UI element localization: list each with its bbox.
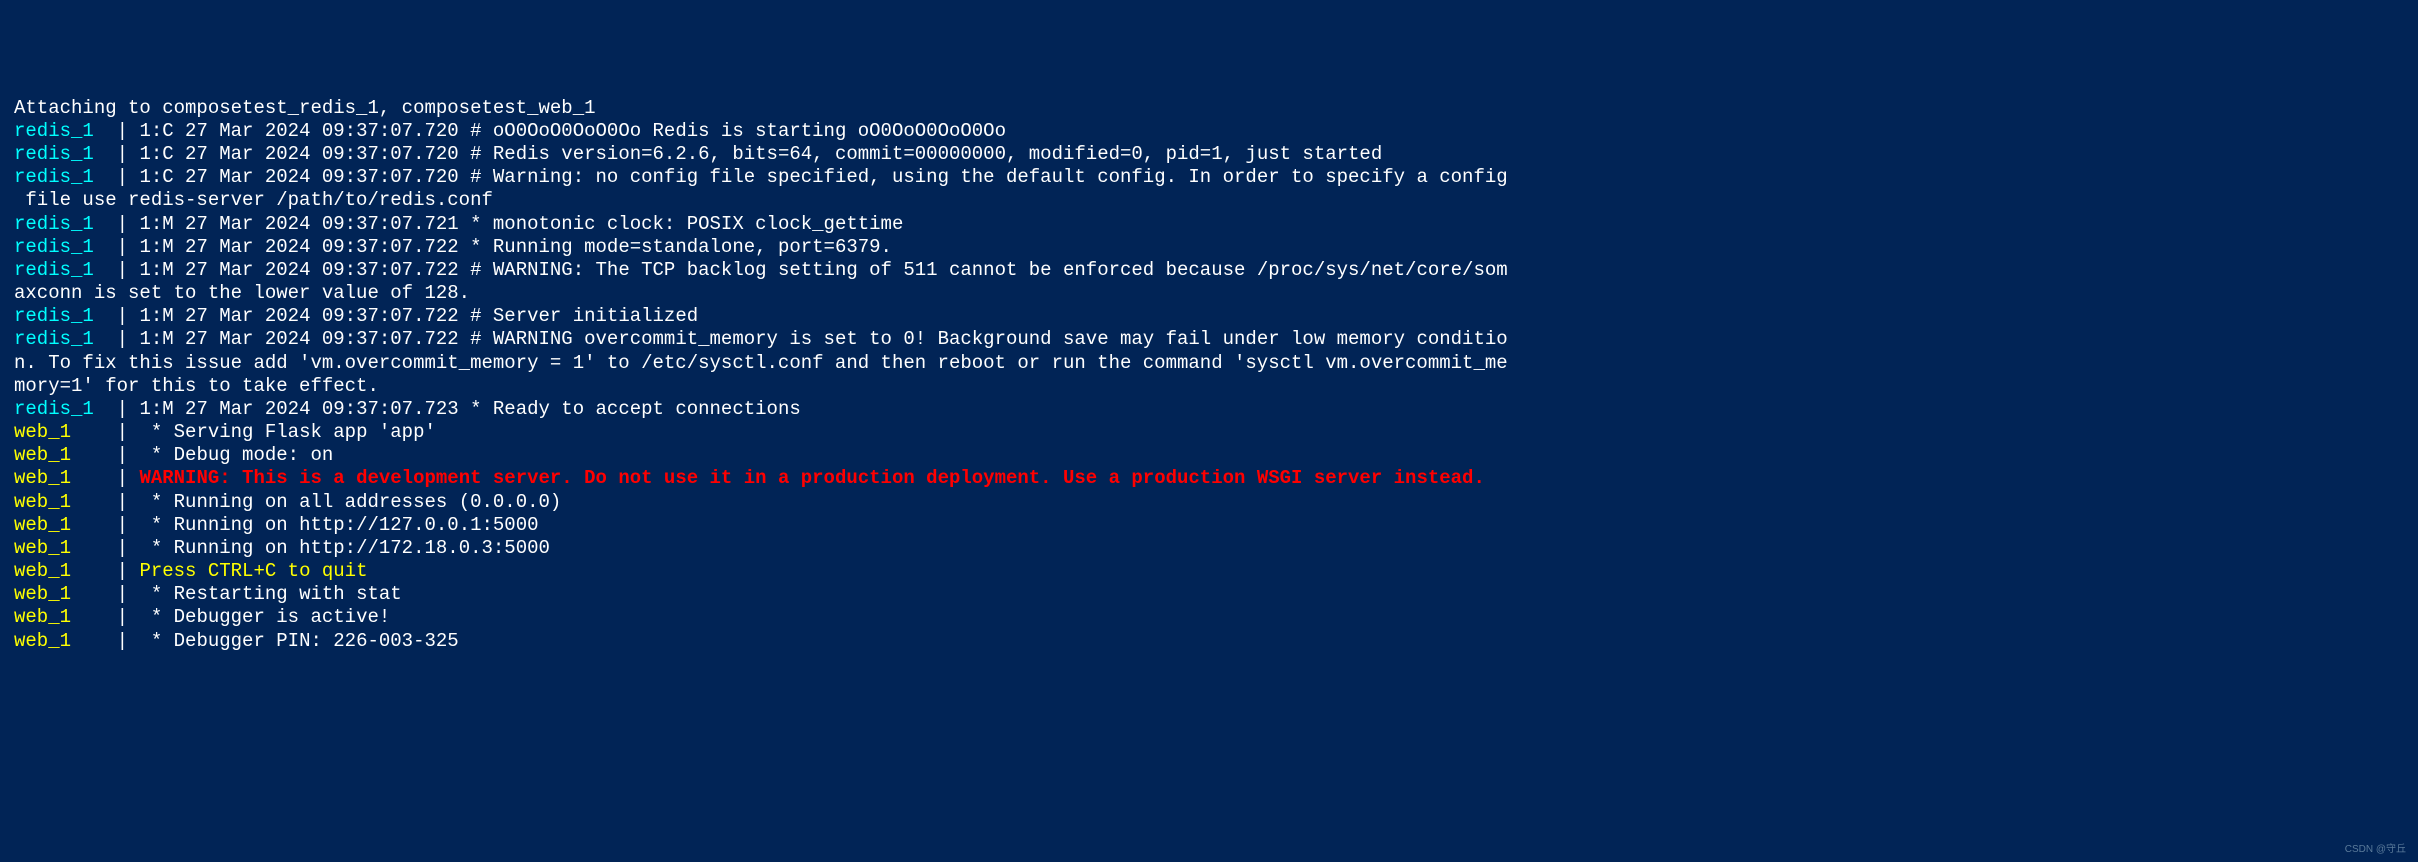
log-prefix: redis_1 [14, 166, 117, 188]
log-separator: | [117, 259, 140, 281]
log-line: redis_1 | 1:C 27 Mar 2024 09:37:07.720 #… [14, 166, 2404, 189]
log-prefix: web_1 [14, 560, 117, 582]
log-prefix: web_1 [14, 491, 117, 513]
log-separator: | [117, 560, 140, 582]
log-prefix: redis_1 [14, 143, 117, 165]
log-line: web_1 | * Debug mode: on [14, 444, 2404, 467]
log-separator: | [117, 467, 140, 489]
log-line: mory=1' for this to take effect. [14, 375, 2404, 398]
log-message: * Serving Flask app 'app' [139, 421, 435, 443]
log-line: web_1 | * Debugger PIN: 226-003-325 [14, 630, 2404, 653]
log-message: Press CTRL+C to quit [139, 560, 367, 582]
log-line: redis_1 | 1:M 27 Mar 2024 09:37:07.722 #… [14, 259, 2404, 282]
log-line: web_1 | Press CTRL+C to quit [14, 560, 2404, 583]
log-prefix: mory=1' for this to take effect. [14, 375, 379, 397]
log-message: 1:M 27 Mar 2024 09:37:07.722 # WARNING o… [139, 328, 1507, 350]
log-message: WARNING: This is a development server. D… [139, 467, 1484, 489]
log-message: * Restarting with stat [139, 583, 401, 605]
log-line: n. To fix this issue add 'vm.overcommit_… [14, 352, 2404, 375]
log-message: * Running on all addresses (0.0.0.0) [139, 491, 561, 513]
log-prefix: web_1 [14, 606, 117, 628]
log-separator: | [117, 606, 140, 628]
log-message: * Debugger PIN: 226-003-325 [139, 630, 458, 652]
log-line: web_1 | * Running on http://172.18.0.3:5… [14, 537, 2404, 560]
log-line: redis_1 | 1:M 27 Mar 2024 09:37:07.723 *… [14, 398, 2404, 421]
log-line: Attaching to composetest_redis_1, compos… [14, 97, 2404, 120]
log-prefix: file use redis-server /path/to/redis.con… [14, 189, 493, 211]
log-line: file use redis-server /path/to/redis.con… [14, 189, 2404, 212]
log-prefix: web_1 [14, 467, 117, 489]
log-separator: | [117, 166, 140, 188]
log-separator: | [117, 583, 140, 605]
log-separator: | [117, 328, 140, 350]
log-separator: | [117, 421, 140, 443]
log-separator: | [117, 120, 140, 142]
log-line: web_1 | * Restarting with stat [14, 583, 2404, 606]
log-prefix: redis_1 [14, 398, 117, 420]
log-separator: | [117, 537, 140, 559]
log-message: * Running on http://172.18.0.3:5000 [139, 537, 549, 559]
log-prefix: redis_1 [14, 259, 117, 281]
log-prefix: web_1 [14, 444, 117, 466]
log-prefix: web_1 [14, 537, 117, 559]
log-separator: | [117, 630, 140, 652]
log-line: redis_1 | 1:M 27 Mar 2024 09:37:07.721 *… [14, 213, 2404, 236]
log-prefix: redis_1 [14, 305, 117, 327]
log-prefix: redis_1 [14, 213, 117, 235]
log-prefix: redis_1 [14, 328, 117, 350]
log-message: 1:C 27 Mar 2024 09:37:07.720 # Warning: … [139, 166, 1507, 188]
log-line: redis_1 | 1:M 27 Mar 2024 09:37:07.722 *… [14, 236, 2404, 259]
log-line: axconn is set to the lower value of 128. [14, 282, 2404, 305]
log-message: 1:C 27 Mar 2024 09:37:07.720 # Redis ver… [139, 143, 1382, 165]
log-separator: | [117, 444, 140, 466]
log-prefix: redis_1 [14, 236, 117, 258]
log-prefix: Attaching to composetest_redis_1, compos… [14, 97, 596, 119]
log-message: * Debugger is active! [139, 606, 390, 628]
log-line: web_1 | * Running on http://127.0.0.1:50… [14, 514, 2404, 537]
log-line: web_1 | * Debugger is active! [14, 606, 2404, 629]
log-separator: | [117, 514, 140, 536]
log-message: 1:M 27 Mar 2024 09:37:07.722 * Running m… [139, 236, 892, 258]
log-separator: | [117, 213, 140, 235]
log-line: redis_1 | 1:M 27 Mar 2024 09:37:07.722 #… [14, 305, 2404, 328]
log-separator: | [117, 305, 140, 327]
log-message: 1:M 27 Mar 2024 09:37:07.721 * monotonic… [139, 213, 903, 235]
log-message: 1:M 27 Mar 2024 09:37:07.723 * Ready to … [139, 398, 800, 420]
log-line: web_1 | * Serving Flask app 'app' [14, 421, 2404, 444]
log-line: web_1 | * Running on all addresses (0.0.… [14, 491, 2404, 514]
log-message: 1:M 27 Mar 2024 09:37:07.722 # Server in… [139, 305, 698, 327]
log-separator: | [117, 491, 140, 513]
log-prefix: web_1 [14, 630, 117, 652]
log-separator: | [117, 398, 140, 420]
log-line: redis_1 | 1:C 27 Mar 2024 09:37:07.720 #… [14, 120, 2404, 143]
terminal-output: Attaching to composetest_redis_1, compos… [14, 97, 2404, 653]
log-message: 1:M 27 Mar 2024 09:37:07.722 # WARNING: … [139, 259, 1507, 281]
log-prefix: web_1 [14, 583, 117, 605]
log-separator: | [117, 143, 140, 165]
log-message: * Debug mode: on [139, 444, 333, 466]
log-message: 1:C 27 Mar 2024 09:37:07.720 # oO0OoO0Oo… [139, 120, 1006, 142]
log-line: redis_1 | 1:M 27 Mar 2024 09:37:07.722 #… [14, 328, 2404, 351]
log-line: redis_1 | 1:C 27 Mar 2024 09:37:07.720 #… [14, 143, 2404, 166]
log-prefix: redis_1 [14, 120, 117, 142]
watermark: CSDN @守丘 [2345, 844, 2406, 856]
log-prefix: web_1 [14, 421, 117, 443]
log-prefix: axconn is set to the lower value of 128. [14, 282, 470, 304]
log-prefix: n. To fix this issue add 'vm.overcommit_… [14, 352, 1508, 374]
log-prefix: web_1 [14, 514, 117, 536]
log-message: * Running on http://127.0.0.1:5000 [139, 514, 538, 536]
log-line: web_1 | WARNING: This is a development s… [14, 467, 2404, 490]
log-separator: | [117, 236, 140, 258]
